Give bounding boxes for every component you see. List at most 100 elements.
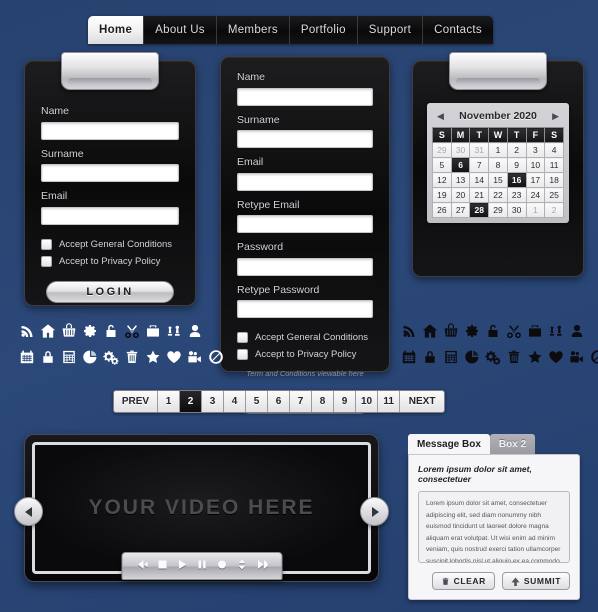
calendar-day[interactable]: 22: [488, 187, 508, 203]
checkbox-icon[interactable]: [41, 238, 52, 250]
calendar-day[interactable]: 1: [488, 142, 508, 158]
register-input-email[interactable]: [237, 172, 373, 191]
updown-icon[interactable]: [236, 559, 247, 570]
record-icon[interactable]: [216, 559, 227, 570]
user-icon[interactable]: [568, 320, 585, 341]
star-icon[interactable]: [144, 346, 161, 367]
lock-open-icon[interactable]: [484, 320, 501, 341]
gears-icon[interactable]: [484, 346, 501, 367]
pie-chart-icon[interactable]: [463, 346, 480, 367]
login-input-surname[interactable]: [41, 164, 179, 182]
rewind-icon[interactable]: [136, 559, 149, 570]
calendar-day[interactable]: 9: [506, 157, 527, 173]
pagination-page-2[interactable]: 2: [180, 391, 202, 412]
basket-icon[interactable]: [60, 320, 77, 341]
terms-note[interactable]: Term and Conditions viewable here: [237, 369, 373, 378]
pie-chart-icon[interactable]: [81, 346, 98, 367]
nav-item-about-us[interactable]: About Us: [144, 16, 217, 44]
video-prev-button[interactable]: [14, 497, 43, 526]
user-icon[interactable]: [186, 320, 203, 341]
calendar-day[interactable]: 24: [525, 187, 546, 203]
video-camera-icon[interactable]: [568, 346, 585, 367]
calendar-next-icon[interactable]: ▶: [552, 111, 559, 122]
calendar-day[interactable]: 8: [488, 157, 508, 173]
calendar-day[interactable]: 3: [525, 142, 546, 158]
gears-icon[interactable]: [102, 346, 119, 367]
fastforward-icon[interactable]: [256, 559, 269, 570]
lock-closed-icon[interactable]: [421, 346, 438, 367]
clear-button[interactable]: CLEAR: [431, 572, 495, 590]
calendar-day-selected[interactable]: 28: [469, 202, 490, 218]
scissors-icon[interactable]: [123, 320, 140, 341]
calendar-day[interactable]: 12: [432, 172, 452, 188]
nav-item-portfolio[interactable]: Portfolio: [289, 16, 358, 44]
video-control-pause[interactable]: [196, 557, 207, 575]
gear-icon[interactable]: [81, 320, 98, 341]
lock-open-icon[interactable]: [102, 320, 119, 341]
briefcase-icon[interactable]: [144, 320, 161, 341]
pagination-page-7[interactable]: 7: [290, 391, 312, 412]
checkbox-icon[interactable]: [237, 332, 248, 343]
tab-box-2[interactable]: Box 2: [489, 434, 536, 454]
calendar-prev-icon[interactable]: ◀: [437, 111, 444, 122]
rss-icon[interactable]: [18, 320, 35, 341]
calendar-day[interactable]: 27: [450, 202, 471, 218]
pagination-page-8[interactable]: 8: [312, 391, 334, 412]
login-input-name[interactable]: [41, 121, 179, 140]
calendar-day[interactable]: 14: [469, 172, 490, 188]
login-checkbox-row[interactable]: Accept General Conditions: [41, 238, 179, 250]
trash-icon[interactable]: [505, 346, 522, 367]
pagination-page-1[interactable]: 1: [158, 391, 180, 412]
video-next-button[interactable]: [360, 497, 389, 526]
gear-icon[interactable]: [463, 320, 480, 341]
no-entry-icon[interactable]: [589, 346, 598, 367]
pagination-page-3[interactable]: 3: [202, 391, 224, 412]
register-input-surname[interactable]: [237, 130, 373, 148]
register-input-password[interactable]: [237, 257, 373, 276]
video-control-stop[interactable]: [156, 557, 167, 575]
nav-item-support[interactable]: Support: [357, 16, 424, 44]
calendar-day[interactable]: 29: [432, 142, 452, 158]
calendar-day[interactable]: 15: [488, 172, 508, 188]
calendar-day[interactable]: 30: [506, 202, 527, 218]
pagination-next[interactable]: NEXT: [400, 391, 445, 412]
calendar-day-selected[interactable]: 6: [450, 157, 471, 173]
tab-message-box[interactable]: Message Box: [408, 434, 490, 454]
video-control-record[interactable]: [216, 557, 227, 575]
home-icon[interactable]: [39, 320, 56, 341]
message-box-text[interactable]: Lorem ipsum dolor sit amet, consectetuer…: [418, 491, 570, 563]
register-input-retype-email[interactable]: [237, 215, 373, 233]
video-camera-icon[interactable]: [186, 346, 203, 367]
pagination-prev[interactable]: PREV: [114, 391, 158, 412]
nav-item-home[interactable]: Home: [88, 16, 145, 44]
rss-icon[interactable]: [400, 320, 417, 341]
pause-icon[interactable]: [196, 559, 207, 570]
pagination-page-5[interactable]: 5: [246, 391, 268, 412]
star-icon[interactable]: [526, 346, 543, 367]
calendar-day[interactable]: 5: [432, 157, 452, 173]
pagination-page-10[interactable]: 10: [356, 391, 379, 412]
chess-icon[interactable]: [547, 320, 564, 341]
register-checkbox-row[interactable]: Accept General Conditions: [237, 332, 373, 343]
calendar-day[interactable]: 2: [544, 202, 564, 218]
summit-button[interactable]: SUMMIT: [501, 572, 570, 590]
login-checkbox-row[interactable]: Accept to Privacy Policy: [41, 255, 179, 267]
calendar-day[interactable]: 21: [469, 187, 490, 203]
play-icon[interactable]: [176, 559, 187, 570]
briefcase-icon[interactable]: [526, 320, 543, 341]
checkbox-icon[interactable]: [41, 255, 52, 267]
video-screen[interactable]: YOUR VIDEO HERE: [32, 442, 371, 580]
calendar-day[interactable]: 20: [450, 187, 471, 203]
calendar-day[interactable]: 18: [544, 172, 564, 188]
basket-icon[interactable]: [442, 320, 459, 341]
calendar-icon[interactable]: [400, 346, 417, 367]
video-control-play[interactable]: [176, 557, 187, 575]
calendar-day[interactable]: 26: [432, 202, 452, 218]
calendar-day[interactable]: 25: [544, 187, 564, 203]
video-control-rewind[interactable]: [136, 557, 149, 575]
calendar-day[interactable]: 23: [506, 187, 527, 203]
scissors-icon[interactable]: [505, 320, 522, 341]
login-button[interactable]: LOGIN: [46, 280, 174, 303]
lock-closed-icon[interactable]: [39, 346, 56, 367]
chess-icon[interactable]: [165, 320, 182, 341]
